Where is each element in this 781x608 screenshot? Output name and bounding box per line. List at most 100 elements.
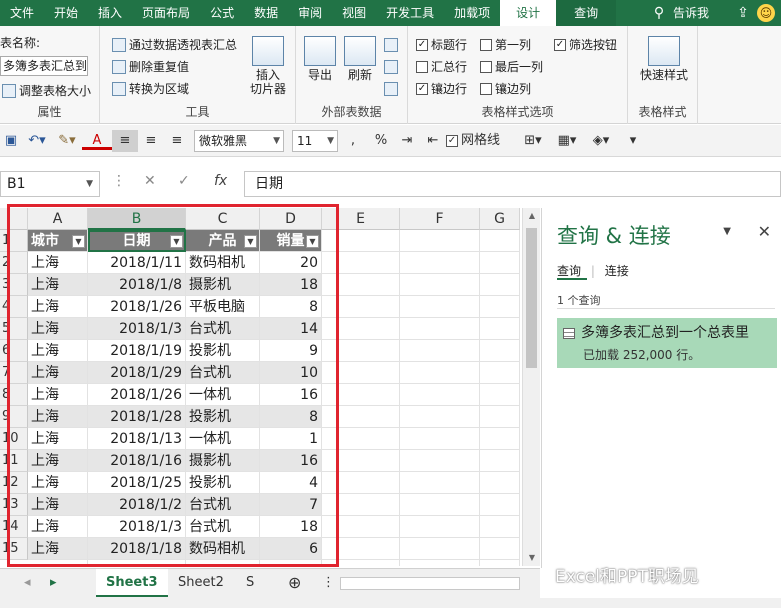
grid-cell[interactable] [322, 516, 400, 538]
grid-cell[interactable]: 投影机 [186, 472, 260, 494]
grid-cell[interactable] [480, 274, 520, 296]
grid-cell[interactable]: 8 [260, 406, 322, 428]
tab-page-layout[interactable]: 页面布局 [132, 0, 200, 26]
grid-cell[interactable] [400, 384, 480, 406]
grid-cell[interactable] [480, 450, 520, 472]
feedback-smiley-icon[interactable]: ☺ [757, 4, 775, 22]
row-header[interactable]: 14 [0, 516, 28, 538]
grid-cell[interactable] [322, 252, 400, 274]
grid-cell[interactable]: 上海 [28, 538, 88, 560]
grid-cell[interactable]: 上海 [28, 252, 88, 274]
filter-dropdown-icon[interactable]: ▼ [72, 235, 85, 248]
tab-home[interactable]: 开始 [44, 0, 88, 26]
grid-cell[interactable] [322, 428, 400, 450]
grid-cell[interactable] [400, 340, 480, 362]
grid-cell[interactable]: 一体机 [186, 384, 260, 406]
grid-cell[interactable] [260, 560, 322, 566]
grid-cell[interactable]: 上海 [28, 406, 88, 428]
format-painter-icon[interactable]: ✎▾ [52, 130, 82, 152]
increase-decimal-icon[interactable]: ⇥ [394, 130, 420, 152]
insert-slicer-button[interactable]: 插入 切片器 [246, 36, 290, 96]
grid-cell[interactable]: 上海 [28, 296, 88, 318]
horizontal-scrollbar[interactable] [340, 577, 520, 590]
tab-view[interactable]: 视图 [332, 0, 376, 26]
grid-cell[interactable]: 6 [260, 538, 322, 560]
grid-cell[interactable]: 20 [260, 252, 322, 274]
grid-cell[interactable]: 2018/1/26 [88, 296, 186, 318]
table-name-input[interactable]: 多簿多表汇总到 [0, 56, 88, 76]
refresh-button[interactable]: 刷新 [342, 36, 378, 82]
grid-cell[interactable] [322, 406, 400, 428]
row-header[interactable]: 1 [0, 230, 28, 252]
resize-table-button[interactable]: 调整表格大小 [2, 82, 91, 99]
row-header[interactable]: 15 [0, 538, 28, 560]
tab-design[interactable]: 设计 [500, 0, 557, 26]
grid-cell[interactable] [400, 296, 480, 318]
tab-connections[interactable]: 连接 [605, 264, 635, 278]
grid-cell[interactable]: 18 [260, 516, 322, 538]
column-header-d[interactable]: D [260, 208, 322, 230]
tab-file[interactable]: 文件 [0, 0, 44, 26]
grid-cell[interactable] [400, 472, 480, 494]
column-header-b[interactable]: B [88, 208, 186, 230]
column-header-g[interactable]: G [480, 208, 520, 230]
grid-cell[interactable] [88, 560, 186, 566]
grid-cell[interactable]: 2018/1/3 [88, 318, 186, 340]
grid-cell[interactable] [480, 340, 520, 362]
tab-insert[interactable]: 插入 [88, 0, 132, 26]
grid-cell[interactable]: 上海 [28, 274, 88, 296]
grid-cell[interactable] [480, 472, 520, 494]
grid-cell[interactable]: 平板电脑 [186, 296, 260, 318]
grid-cell[interactable]: 2018/1/18 [88, 538, 186, 560]
grid-cell[interactable] [28, 560, 88, 566]
grid-cell[interactable]: 2018/1/26 [88, 384, 186, 406]
scroll-up-icon[interactable]: ▲ [523, 208, 541, 224]
grid-cell[interactable]: 摄影机 [186, 450, 260, 472]
banded-rows-checkbox[interactable]: ✓ 镶边行 [416, 80, 467, 97]
grid-cell[interactable] [480, 230, 520, 252]
grid-cell[interactable] [480, 318, 520, 340]
font-size-select[interactable]: 11 ▼ [292, 129, 338, 152]
grid-cell[interactable] [322, 560, 400, 566]
last-column-checkbox[interactable]: 最后一列 [480, 58, 543, 75]
row-header[interactable]: 7 [0, 362, 28, 384]
header-row-checkbox[interactable]: ✓ 标题行 [416, 36, 467, 53]
grid-cell[interactable] [400, 450, 480, 472]
row-header[interactable]: 12 [0, 472, 28, 494]
sheet-tab-sheet3[interactable]: Sheet3 [96, 569, 168, 597]
grid-cell[interactable]: 2018/1/13 [88, 428, 186, 450]
column-header-a[interactable]: A [28, 208, 88, 230]
grid-cell[interactable]: 投影机 [186, 406, 260, 428]
grid-cell[interactable]: 2018/1/25 [88, 472, 186, 494]
font-family-select[interactable]: 微软雅黑 ▼ [194, 129, 284, 152]
row-header[interactable]: 4 [0, 296, 28, 318]
gridlines-toggle[interactable]: ✓ 网格线 [446, 130, 516, 152]
grid-cell[interactable]: 2018/1/8 [88, 274, 186, 296]
align-left-icon[interactable]: ≡ [138, 130, 164, 152]
grid-cell[interactable] [480, 428, 520, 450]
save-icon[interactable]: ▣ [0, 130, 22, 152]
pane-menu-icon[interactable]: ▼ [723, 226, 731, 237]
grid-cell[interactable]: 上海 [28, 362, 88, 384]
grid-cell[interactable] [400, 516, 480, 538]
grid-cell[interactable]: 7 [260, 494, 322, 516]
grid-cell[interactable] [480, 252, 520, 274]
prev-sheet-icon[interactable]: ◂ [14, 569, 41, 597]
sheet-tab-sheet2[interactable]: Sheet2 [168, 569, 234, 597]
grid-cell[interactable]: 台式机 [186, 494, 260, 516]
grid-cell[interactable] [480, 560, 520, 566]
grid-cell[interactable] [400, 362, 480, 384]
worksheet-grid[interactable]: A B C D E F G 1 城市 ▼ 日期 ▼ 产品 ▼ 销量 ▼ 2 上海 2018/1/11 数码相机 20 3 上… [0, 208, 520, 566]
grid-cell[interactable]: 2018/1/19 [88, 340, 186, 362]
tab-queries[interactable]: 查询 [557, 264, 588, 280]
grid-cell[interactable] [480, 384, 520, 406]
grid-cell[interactable]: 2018/1/11 [88, 252, 186, 274]
grid-cell[interactable] [480, 406, 520, 428]
row-header[interactable]: 8 [0, 384, 28, 406]
grid-cell[interactable]: 上海 [28, 340, 88, 362]
sheet-tab-more[interactable]: S [236, 569, 264, 597]
grid-cell[interactable] [400, 230, 480, 252]
grid-cell[interactable]: 1 [260, 428, 322, 450]
table-header-cell[interactable]: 日期 ▼ [88, 230, 186, 252]
grid-cell[interactable] [480, 296, 520, 318]
